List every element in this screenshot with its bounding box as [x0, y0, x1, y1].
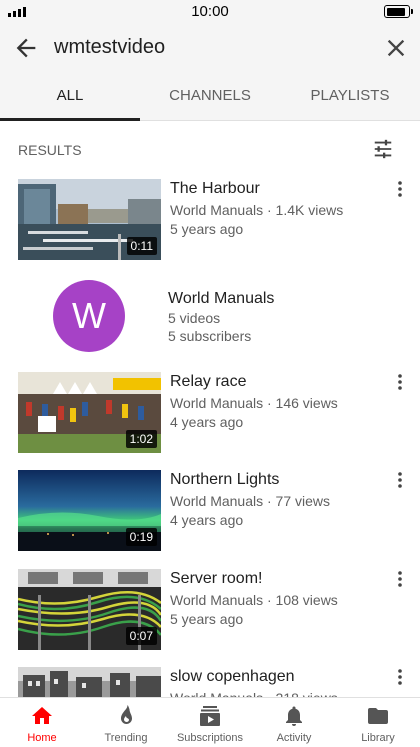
video-result[interactable]: 0:07 Server room! World Manuals · 108 vi…	[0, 569, 420, 651]
results-label: RESULTS	[18, 142, 82, 158]
back-arrow-icon[interactable]	[12, 34, 40, 62]
video-title[interactable]: Northern Lights	[170, 471, 279, 489]
video-thumbnail[interactable]: 1:02	[18, 372, 161, 453]
video-title[interactable]: slow copenhagen	[170, 668, 295, 686]
nav-label: Home	[27, 732, 57, 744]
results-header: RESULTS	[0, 136, 420, 164]
tab-channels[interactable]: CHANNELS	[140, 72, 280, 120]
search-bar: wmtestvideo	[0, 24, 420, 72]
filter-icon[interactable]	[372, 138, 394, 160]
more-options-icon[interactable]	[390, 372, 410, 392]
channel-name[interactable]: World Manuals	[168, 290, 274, 308]
video-thumbnail[interactable]: 0:19	[18, 470, 161, 551]
search-tabs: ALL CHANNELS PLAYLISTS	[0, 72, 420, 121]
nav-label: Subscriptions	[176, 732, 244, 744]
video-duration: 0:07	[125, 627, 157, 645]
nav-label: Activity	[276, 732, 312, 744]
nav-activity[interactable]: Activity	[252, 698, 336, 747]
video-age: 4 years ago	[170, 414, 244, 430]
subscriptions-icon	[200, 706, 220, 726]
video-meta: World Manuals · 108 views	[170, 592, 338, 608]
status-bar: 10:00	[0, 0, 420, 24]
channel-video-count: 5 videos	[168, 310, 221, 326]
video-result[interactable]: 0:19 Northern Lights World Manuals · 77 …	[0, 470, 420, 552]
nav-trending[interactable]: Trending	[84, 698, 168, 747]
video-result[interactable]: 1:02 Relay race World Manuals · 146 view…	[0, 372, 420, 454]
nav-home[interactable]: Home	[0, 698, 84, 747]
nav-label: Library	[361, 732, 395, 744]
video-result[interactable]: 0:11 The Harbour World Manuals · 1.4K vi…	[0, 179, 420, 261]
video-duration: 1:02	[125, 430, 157, 448]
tab-all[interactable]: ALL	[0, 72, 140, 121]
video-duration: 0:19	[125, 528, 157, 546]
video-age: 4 years ago	[170, 512, 244, 528]
video-title[interactable]: The Harbour	[170, 180, 260, 198]
video-thumbnail[interactable]: 0:07	[18, 569, 161, 650]
flame-icon	[121, 705, 132, 724]
video-title[interactable]: Relay race	[170, 373, 246, 391]
more-options-icon[interactable]	[390, 470, 410, 490]
more-options-icon[interactable]	[390, 179, 410, 199]
bell-icon	[286, 706, 302, 726]
channel-subscriber-count: 5 subscribers	[168, 328, 252, 344]
video-meta: World Manuals · 77 views	[170, 493, 331, 509]
folder-icon	[368, 708, 388, 724]
video-meta: World Manuals · 1.4K views	[170, 202, 344, 218]
nav-label: Trending	[104, 732, 148, 744]
video-meta: World Manuals · 146 views	[170, 395, 338, 411]
more-options-icon[interactable]	[390, 569, 410, 589]
battery-level	[386, 7, 405, 16]
tab-playlists[interactable]: PLAYLISTS	[280, 72, 420, 120]
video-thumbnail[interactable]: 0:11	[18, 179, 161, 260]
battery-icon	[384, 5, 413, 18]
search-query[interactable]: wmtestvideo	[54, 36, 165, 59]
close-icon[interactable]	[382, 34, 410, 62]
status-time: 10:00	[191, 3, 229, 20]
channel-avatar[interactable]: W	[53, 280, 125, 352]
home-icon	[32, 707, 52, 724]
bottom-navigation: Home Trending Subscriptions Activity Lib…	[0, 697, 420, 747]
nav-library[interactable]: Library	[336, 698, 420, 747]
nav-subscriptions[interactable]: Subscriptions	[168, 698, 252, 747]
video-age: 5 years ago	[170, 221, 244, 237]
channel-result[interactable]: W World Manuals 5 videos 5 subscribers	[0, 280, 420, 352]
video-age: 5 years ago	[170, 611, 244, 627]
video-title[interactable]: Server room!	[170, 570, 262, 588]
more-options-icon[interactable]	[390, 667, 410, 687]
video-duration: 0:11	[126, 237, 157, 255]
